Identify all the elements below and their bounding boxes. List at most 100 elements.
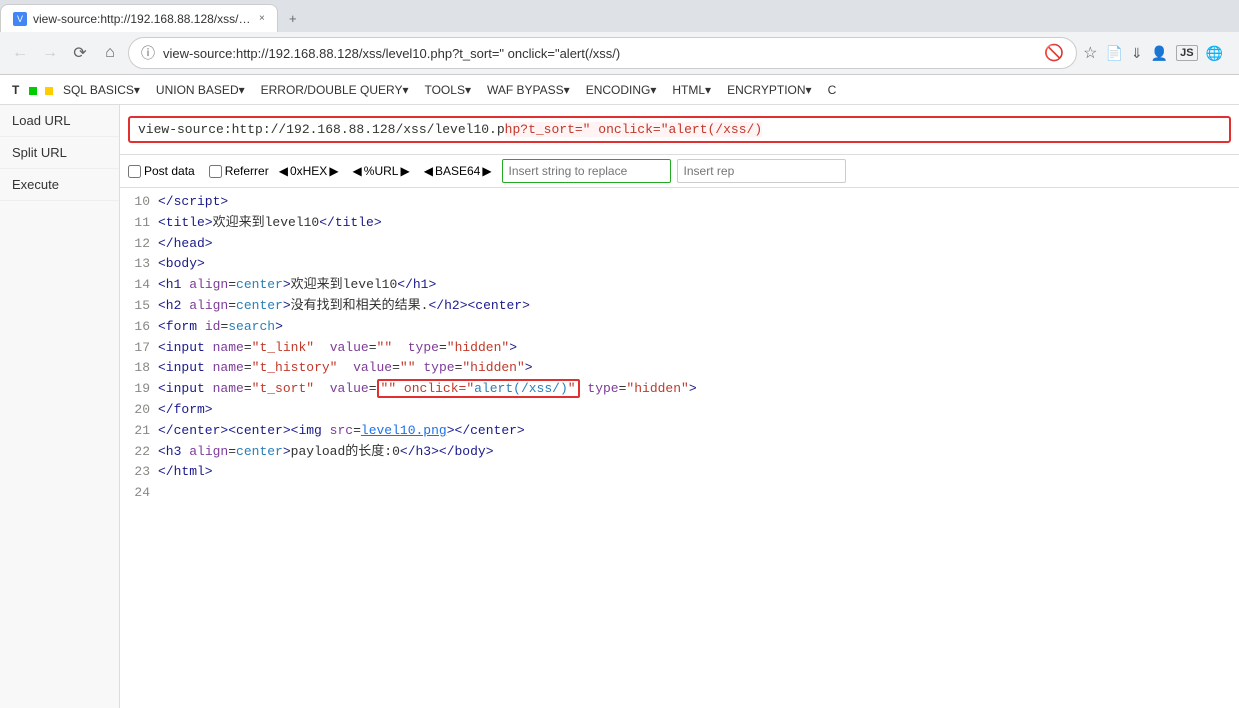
toolbar-more[interactable]: C [820, 80, 845, 100]
line-num-10: 10 [128, 192, 158, 213]
nav-bar: ← → ⟳ ⌂ ⓘ 🚫 ☆ 📄 ⇓ 👤 JS 🌐 [0, 32, 1239, 74]
line-num-11: 11 [128, 213, 158, 234]
toolbar-sql-basics[interactable]: SQL BASICS▾ [55, 80, 148, 100]
hex-right-arrow: ▶ [329, 164, 338, 178]
line-content-16: <form id=search> [158, 317, 283, 338]
line-num-23: 23 [128, 462, 158, 483]
source-line-11: 11 <title>欢迎来到level10</title> [128, 213, 1231, 234]
download-icon[interactable]: ⇓ [1131, 45, 1143, 62]
reading-list-icon[interactable]: 📄 [1105, 45, 1122, 62]
post-data-label: Post data [144, 164, 195, 178]
encode-row: Post data Referrer ◀ 0xHEX ▶ ◀ %URL ▶ ◀ … [120, 155, 1239, 188]
line-content-18: <input name="t_history" value="" type="h… [158, 358, 533, 379]
referrer-check[interactable] [209, 165, 222, 178]
split-url-button[interactable]: Split URL [0, 137, 119, 169]
line-content-13: <body> [158, 254, 205, 275]
toolbar-html[interactable]: HTML▾ [664, 80, 719, 100]
load-url-button[interactable]: Load URL [0, 105, 119, 137]
active-tab[interactable]: V view-source:http://192.168.88.128/xss/… [0, 4, 278, 32]
line-content-23: </html> [158, 462, 213, 483]
source-line-14: 14 <h1 align=center>欢迎来到level10</h1> [128, 275, 1231, 296]
extension-icon[interactable]: 🌐 [1206, 45, 1223, 62]
hex-label: 0xHEX [290, 164, 327, 178]
referrer-label: Referrer [225, 164, 269, 178]
line-num-20: 20 [128, 400, 158, 421]
pentest-toolbar: T SQL BASICS▾ UNION BASED▾ ERROR/DOUBLE … [0, 75, 1239, 105]
toolbar-green-dot [27, 82, 55, 97]
source-line-24: 24 [128, 483, 1231, 504]
toolbar-t[interactable]: T [4, 80, 27, 100]
url-input-row: view-source:http://192.168.88.128/xss/le… [120, 105, 1239, 155]
base64-decode-button[interactable]: ◀ BASE64 ▶ [420, 162, 496, 180]
tab-bar: V view-source:http://192.168.88.128/xss/… [0, 0, 1239, 32]
line-content-10: </script> [158, 192, 228, 213]
level10-link[interactable]: level10.png [361, 423, 447, 438]
source-line-10: 10 </script> [128, 192, 1231, 213]
line-content-15: <h2 align=center>没有找到和相关的结果.</h2><center… [158, 296, 530, 317]
bookmark-icon[interactable]: ☆ [1083, 43, 1097, 63]
referrer-checkbox[interactable]: Referrer [209, 164, 269, 178]
line-num-21: 21 [128, 421, 158, 442]
hex-decode-button[interactable]: ◀ 0xHEX ▶ [275, 162, 343, 180]
source-line-18: 18 <input name="t_history" value="" type… [128, 358, 1231, 379]
forward-button[interactable]: → [38, 41, 62, 65]
url-label: %URL [364, 164, 399, 178]
tab-close-button[interactable]: × [259, 13, 265, 24]
line-content-11: <title>欢迎来到level10</title> [158, 213, 382, 234]
line-num-17: 17 [128, 338, 158, 359]
line-num-22: 22 [128, 442, 158, 463]
insert-replace-input[interactable] [677, 159, 846, 183]
reload-button[interactable]: ⟳ [68, 41, 92, 65]
post-data-check[interactable] [128, 165, 141, 178]
line-num-16: 16 [128, 317, 158, 338]
source-area[interactable]: 10 </script> 11 <title>欢迎来到level10</titl… [120, 188, 1239, 708]
source-line-17: 17 <input name="t_link" value="" type="h… [128, 338, 1231, 359]
address-input[interactable] [163, 46, 1036, 61]
left-sidebar: Load URL Split URL Execute [0, 105, 120, 708]
url-decode-button[interactable]: ◀ %URL ▶ [349, 162, 414, 180]
source-line-19: 19 <input name="t_sort" value="" onclick… [128, 379, 1231, 400]
profile-icon[interactable]: 👤 [1151, 45, 1168, 62]
post-data-checkbox[interactable]: Post data [128, 164, 195, 178]
line-content-12: </head> [158, 234, 213, 255]
hex-left-arrow: ◀ [279, 164, 288, 178]
line-content-19: <input name="t_sort" value="" onclick="a… [158, 379, 697, 400]
source-line-16: 16 <form id=search> [128, 317, 1231, 338]
source-line-22: 22 <h3 align=center>payload的长度:0</h3></b… [128, 442, 1231, 463]
base64-label: BASE64 [435, 164, 480, 178]
toolbar-encryption[interactable]: ENCRYPTION▾ [719, 80, 819, 100]
url-right-arrow: ▶ [400, 164, 409, 178]
home-button[interactable]: ⌂ [98, 41, 122, 65]
new-tab-button[interactable]: + [278, 4, 308, 32]
source-line-15: 15 <h2 align=center>没有找到和相关的结果.</h2><cen… [128, 296, 1231, 317]
line-num-12: 12 [128, 234, 158, 255]
base64-right-arrow: ▶ [482, 164, 491, 178]
line-num-14: 14 [128, 275, 158, 296]
source-line-21: 21 </center><center><img src=level10.png… [128, 421, 1231, 442]
line-content-22: <h3 align=center>payload的长度:0</h3></body… [158, 442, 494, 463]
url-display: view-source:http://192.168.88.128/xss/le… [128, 116, 1231, 143]
toolbar-error-double[interactable]: ERROR/DOUBLE QUERY▾ [253, 80, 417, 100]
js-badge: JS [1176, 45, 1197, 61]
line-num-15: 15 [128, 296, 158, 317]
line-num-19: 19 [128, 379, 158, 400]
execute-button[interactable]: Execute [0, 169, 119, 201]
url-text-right: hp?t_sort=" onclick="alert(/xss/) [505, 122, 762, 137]
source-line-23: 23 </html> [128, 462, 1231, 483]
source-line-20: 20 </form> [128, 400, 1231, 421]
tab-favicon: V [13, 12, 27, 26]
security-icon: ⓘ [141, 43, 155, 63]
insert-string-input[interactable] [502, 159, 671, 183]
source-line-13: 13 <body> [128, 254, 1231, 275]
toolbar-union-based[interactable]: UNION BASED▾ [148, 80, 253, 100]
toolbar-waf-bypass[interactable]: WAF BYPASS▾ [479, 80, 578, 100]
back-button[interactable]: ← [8, 41, 32, 65]
toolbar-tools[interactable]: TOOLS▾ [416, 80, 478, 100]
main-layout: Load URL Split URL Execute view-source:h… [0, 105, 1239, 708]
tab-title: view-source:http://192.168.88.128/xss/le… [33, 12, 253, 26]
line-content-21: </center><center><img src=level10.png></… [158, 421, 525, 442]
line-content-17: <input name="t_link" value="" type="hidd… [158, 338, 517, 359]
url-left-arrow: ◀ [353, 164, 362, 178]
toolbar-encoding[interactable]: ENCODING▾ [578, 80, 665, 100]
browser-chrome: V view-source:http://192.168.88.128/xss/… [0, 0, 1239, 75]
